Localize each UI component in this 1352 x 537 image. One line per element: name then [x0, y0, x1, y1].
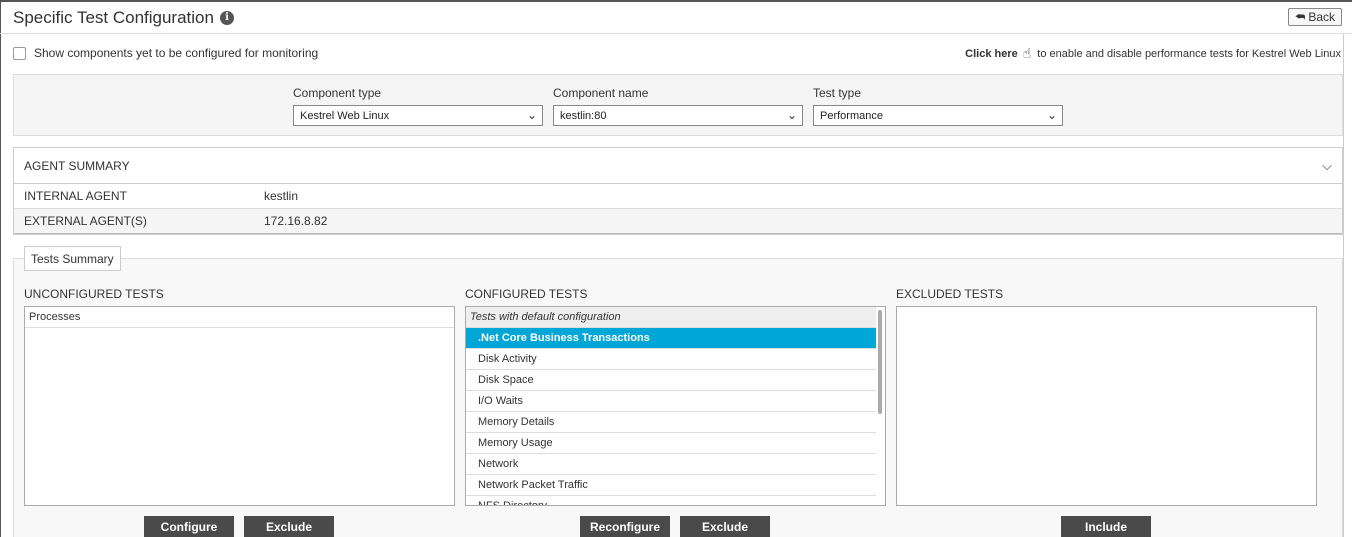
agent-summary-title: AGENT SUMMARY	[24, 158, 130, 173]
agent-summary-header[interactable]: AGENT SUMMARY ⌵	[14, 148, 1342, 184]
agent-key: INTERNAL AGENT	[24, 189, 127, 203]
back-button-label: Back	[1308, 10, 1335, 24]
click-here-note: Click here ☝ to enable and disable perfo…	[965, 45, 1341, 62]
agent-row-internal: INTERNAL AGENT kestlin	[14, 184, 1342, 209]
click-here-link[interactable]: Click here	[965, 48, 1018, 60]
component-name-value: kestlin:80	[560, 109, 607, 122]
header-divider	[0, 33, 1352, 34]
unconfigured-tests-label: UNCONFIGURED TESTS	[24, 287, 164, 301]
component-name-select[interactable]: kestlin:80 ⌄	[553, 105, 803, 126]
page-header: Specific Test Configuration i	[13, 7, 234, 29]
configured-tests-list[interactable]: Tests with default configuration .Net Co…	[465, 306, 886, 506]
component-type-value: Kestrel Web Linux	[300, 109, 390, 122]
page-scrollbar[interactable]	[1343, 34, 1352, 537]
list-item[interactable]: Processes	[25, 307, 454, 328]
show-unconfigured-checkbox[interactable]	[13, 46, 26, 60]
component-type-label: Component type	[293, 86, 382, 100]
configured-tests-label: CONFIGURED TESTS	[465, 287, 588, 301]
unconfigured-tests-list[interactable]: Processes	[24, 306, 455, 506]
exclude-unconfigured-button[interactable]: Exclude	[244, 516, 334, 537]
excluded-tests-label: EXCLUDED TESTS	[896, 287, 1004, 301]
back-button[interactable]: ⮪ Back	[1288, 8, 1342, 26]
list-item[interactable]: Disk Activity	[466, 349, 876, 370]
list-item[interactable]: I/O Waits	[466, 391, 876, 412]
chevron-down-icon[interactable]: ⌵	[1322, 158, 1332, 174]
show-unconfigured-label: Show components yet to be configured for…	[34, 46, 319, 60]
agent-row-external: EXTERNAL AGENT(S) 172.16.8.82	[14, 209, 1342, 234]
test-type-filter: Test type Performance ⌄	[813, 86, 1063, 126]
test-type-value: Performance	[820, 109, 883, 122]
list-group-header: Tests with default configuration	[466, 307, 876, 328]
test-type-select[interactable]: Performance ⌄	[813, 105, 1063, 126]
include-button[interactable]: Include	[1061, 516, 1151, 537]
list-item[interactable]: Network	[466, 454, 876, 475]
agent-value: 172.16.8.82	[264, 214, 328, 228]
list-item[interactable]: Disk Space	[466, 370, 876, 391]
agent-summary-panel: AGENT SUMMARY ⌵ INTERNAL AGENT kestlin E…	[13, 147, 1343, 235]
chevron-down-icon: ⌄	[526, 108, 537, 122]
back-arrow-icon: ⮪	[1295, 10, 1306, 23]
component-type-select[interactable]: Kestrel Web Linux ⌄	[293, 105, 543, 126]
list-item[interactable]: Network Packet Traffic	[466, 475, 876, 496]
excluded-tests-list[interactable]	[896, 306, 1317, 506]
hand-pointer-icon: ☝	[1022, 45, 1032, 61]
info-icon[interactable]: i	[219, 11, 234, 25]
configured-list-content: Tests with default configuration .Net Co…	[466, 307, 876, 505]
test-type-label: Test type	[813, 86, 862, 100]
agent-key: EXTERNAL AGENT(S)	[24, 214, 147, 228]
show-unconfigured-option[interactable]: Show components yet to be configured for…	[13, 46, 318, 60]
exclude-configured-button[interactable]: Exclude	[680, 516, 770, 537]
list-item[interactable]: NFS Directory	[466, 496, 876, 505]
configure-button[interactable]: Configure	[144, 516, 234, 537]
chevron-down-icon: ⌄	[786, 108, 797, 122]
tab-tests-summary[interactable]: Tests Summary	[24, 246, 121, 271]
page-title: Specific Test Configuration	[13, 8, 214, 27]
agent-value: kestlin	[264, 189, 299, 203]
list-item[interactable]: Memory Usage	[466, 433, 876, 454]
list-item[interactable]: Memory Details	[466, 412, 876, 433]
list-scrollbar-thumb[interactable]	[878, 310, 882, 414]
component-name-filter: Component name kestlin:80 ⌄	[553, 86, 803, 126]
filter-panel: Component type Kestrel Web Linux ⌄ Compo…	[13, 74, 1343, 136]
click-here-text: to enable and disable performance tests …	[1037, 47, 1341, 60]
list-item[interactable]: .Net Core Business Transactions	[466, 328, 876, 349]
component-type-filter: Component type Kestrel Web Linux ⌄	[293, 86, 543, 126]
reconfigure-button[interactable]: Reconfigure	[580, 516, 670, 537]
chevron-down-icon: ⌄	[1046, 108, 1057, 122]
component-name-label: Component name	[553, 86, 649, 100]
